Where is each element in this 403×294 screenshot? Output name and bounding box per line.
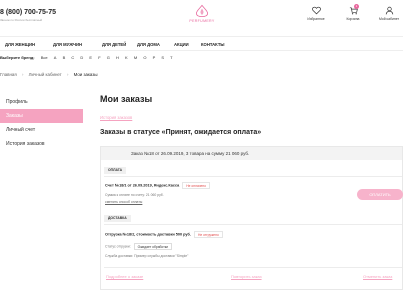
main-nav: ДЛЯ ЖЕНЩИН ДЛЯ МУЖЧИН ДЛЯ ДЕТЕЙ ДЛЯ ДОМА… <box>0 36 403 51</box>
cancel-order-link[interactable]: Отменить заказ <box>363 274 392 279</box>
brand-letter[interactable]: H <box>116 55 119 60</box>
change-payment-link[interactable]: сменить способ оплаты <box>105 200 142 204</box>
breadcrumb: Главная › Личный кабинет › Мои заказы <box>0 72 98 80</box>
shipment-line: Отгрузка №18/2, стоимость доставки 500 р… <box>105 231 223 238</box>
brand-letter[interactable]: P <box>153 55 156 60</box>
divider <box>104 176 402 177</box>
sidebar-item-order-history[interactable]: История заказов <box>0 137 83 151</box>
nav-item-men[interactable]: ДЛЯ МУЖЧИН <box>53 42 82 47</box>
user-icon <box>385 6 393 15</box>
site-header: 8 (800) 700-75-75 Звонок по России беспл… <box>0 0 403 36</box>
brand-letter[interactable]: S <box>161 55 164 60</box>
invoice-title: Счет №18/1 от 26.09.2019, Яндекс.Касса <box>105 183 180 188</box>
brand-letter[interactable]: T <box>170 55 172 60</box>
account-sidebar: Профиль Заказы Личный счет История заказ… <box>0 95 83 151</box>
brand-letter[interactable]: B <box>63 55 66 60</box>
brand-letter[interactable]: O <box>143 55 146 60</box>
account-label: Мой кабинет <box>378 17 400 21</box>
breadcrumb-separator: › <box>66 72 69 77</box>
page-title: Мои заказы <box>100 94 153 104</box>
status-heading: Заказы в статусе «Принят, ожидается опла… <box>100 129 262 136</box>
brand-letter[interactable]: D <box>80 55 83 60</box>
nav-item-women[interactable]: ДЛЯ ЖЕНЩИН <box>5 42 35 47</box>
sidebar-item-account-balance[interactable]: Личный счет <box>0 123 83 137</box>
order-history-link[interactable]: История заказов <box>100 115 132 120</box>
brand-letter-all[interactable]: Все <box>41 55 48 60</box>
brand-letter[interactable]: G <box>107 55 110 60</box>
breadcrumb-account[interactable]: Личный кабинет <box>29 72 62 77</box>
shipment-status-row: Статус отгрузки: Ожидает обработки <box>105 243 172 250</box>
amount-to-pay: Сумма к оплате по счету: 21 060 руб. <box>105 193 164 197</box>
sidebar-item-orders[interactable]: Заказы <box>0 109 83 123</box>
order-card: Заказ №18 от 26.09.2019, 3 товара на сум… <box>100 146 403 290</box>
brand-letter[interactable]: C <box>71 55 74 60</box>
account-link[interactable]: Мой кабинет <box>377 6 401 21</box>
nav-item-home[interactable]: ДЛЯ ДОМА <box>137 42 160 47</box>
phone-note: Звонок по России бесплатный <box>0 18 43 22</box>
cart-count-badge: 1 <box>354 4 359 9</box>
nav-item-promotions[interactable]: АКЦИИ <box>174 42 189 47</box>
order-details-link[interactable]: Подробнее о заказе <box>106 274 143 279</box>
cart-link[interactable]: 1 Корзина <box>341 4 365 21</box>
shipment-status-badge: Не отгружено <box>194 231 223 238</box>
phone-number[interactable]: 8 (800) 700-75-75 <box>0 9 56 16</box>
nav-item-kids[interactable]: ДЛЯ ДЕТЕЙ <box>102 42 126 47</box>
heart-icon <box>311 6 321 15</box>
repeat-order-link[interactable]: Повторить заказ <box>231 274 262 279</box>
brand-letter[interactable]: M <box>134 55 137 60</box>
delivery-service: Служба доставки: Пример службы доставки … <box>105 254 189 258</box>
brand-letter[interactable]: F <box>98 55 100 60</box>
sidebar-item-profile[interactable]: Профиль <box>0 95 83 109</box>
brand-letter[interactable]: K <box>125 55 128 60</box>
site-logo[interactable]: PERFUMERY <box>184 4 220 26</box>
favorites-link[interactable]: Избранное <box>304 6 328 21</box>
nav-item-contacts[interactable]: КОНТАКТЫ <box>201 42 224 47</box>
shipment-status-label: Статус отгрузки: <box>105 244 131 249</box>
breadcrumb-current: Мои заказы <box>73 72 98 77</box>
breadcrumb-home[interactable]: Главная <box>0 72 17 77</box>
main-content: Мои заказы История заказов Заказы в стат… <box>100 94 403 136</box>
order-header: Заказ №18 от 26.09.2019, 3 товара на сум… <box>101 147 402 160</box>
shipment-status-value: Ожидает обработки <box>133 243 172 250</box>
favorites-label: Избранное <box>307 17 325 21</box>
order-actions: Подробнее о заказе Повторить заказ Отмен… <box>101 274 403 282</box>
brand-letter[interactable]: A <box>54 55 57 60</box>
divider <box>104 224 402 225</box>
cart-label: Корзина <box>346 17 360 21</box>
divider <box>104 267 402 268</box>
brand-letter[interactable]: E <box>89 55 92 60</box>
logo-text: PERFUMERY <box>189 19 215 23</box>
pay-button[interactable]: ОПЛАТИТЬ <box>357 189 403 200</box>
invoice-status-badge: Не оплачено <box>182 182 210 189</box>
payment-section-tag: ОПЛАТА <box>104 167 127 174</box>
breadcrumb-separator: › <box>21 72 24 77</box>
brand-alphabet: Выберите бренд: Все A B C D E F G H K M … <box>0 55 173 65</box>
brand-label: Выберите бренд: <box>0 55 35 60</box>
shipment-title: Отгрузка №18/2, стоимость доставки 500 р… <box>105 232 191 237</box>
delivery-section-tag: ДОСТАВКА <box>104 215 131 222</box>
logo-icon <box>195 4 209 18</box>
invoice-line: Счет №18/1 от 26.09.2019, Яндекс.Касса Н… <box>105 182 210 189</box>
